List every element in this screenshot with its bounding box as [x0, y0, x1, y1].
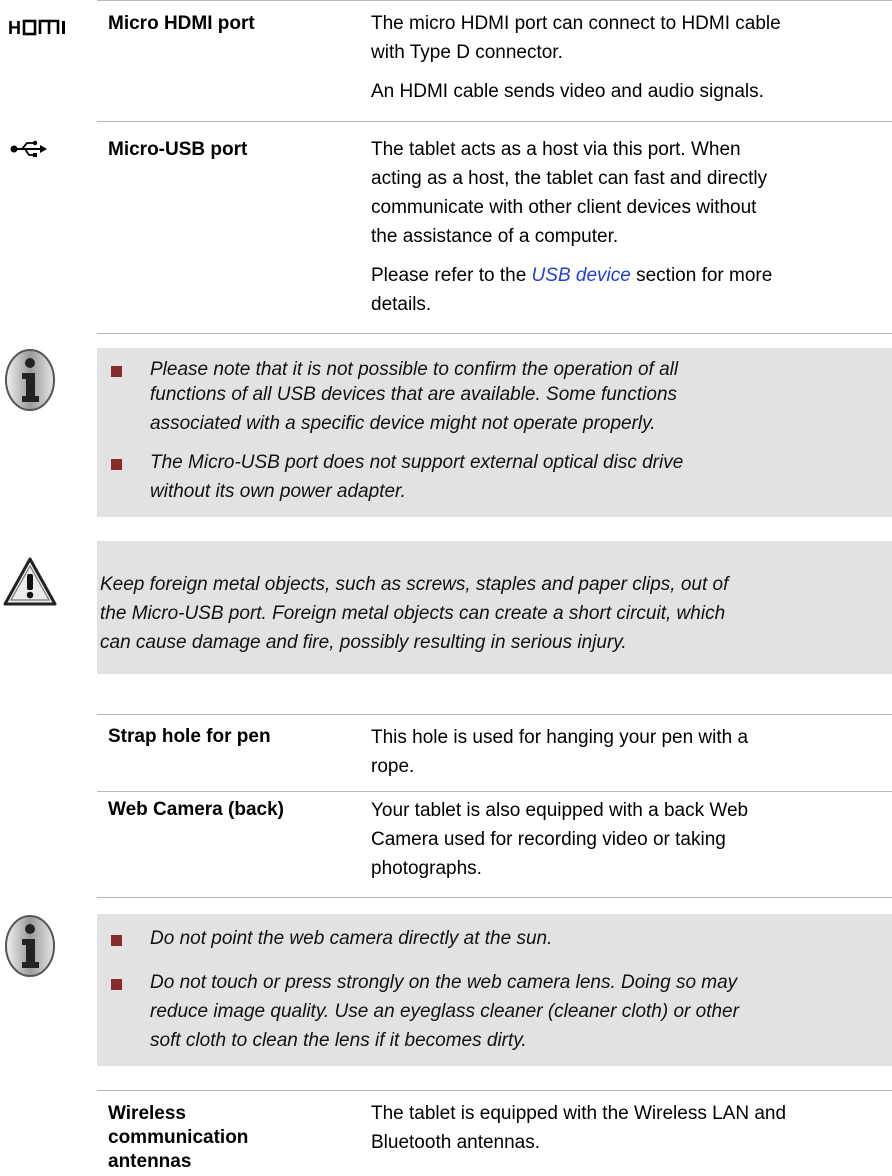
bullet — [111, 935, 122, 946]
usb-device-link[interactable]: USB device — [532, 265, 631, 286]
table-row-rule — [97, 791, 892, 792]
divider — [97, 121, 892, 122]
note1-bullet1-line2: functions of all USB devices that are av… — [150, 384, 678, 405]
usb-icon — [10, 140, 48, 163]
usb-desc-line4: the assistance of a computer. — [371, 226, 619, 247]
antenna-desc-line2: Bluetooth antennas. — [371, 1132, 541, 1153]
usb-desc-line1: The tablet acts as a host via this port.… — [371, 139, 741, 160]
table-bottom-rule — [97, 897, 892, 898]
svg-text:H: H — [8, 18, 22, 38]
note1-bullet1-line3: associated with a specific device might … — [150, 413, 656, 434]
strap-hole-term: Strap hole for pen — [108, 726, 271, 747]
web-camera-term: Web Camera (back) — [108, 799, 284, 820]
warning-line3: can cause damage and fire, possibly resu… — [100, 632, 627, 653]
usb-desc-line3: communicate with other client devices wi… — [371, 197, 757, 218]
usb-reference-suffix: section for more — [630, 265, 773, 286]
antenna-desc-line1: The tablet is equipped with the Wireless… — [371, 1103, 787, 1124]
info-icon — [2, 914, 58, 983]
bullet — [111, 366, 122, 377]
note2-bullet1: Do not point the web camera directly at … — [150, 928, 553, 949]
strap-hole-desc-line1: This hole is used for hanging your pen w… — [371, 727, 749, 748]
usb-term: Micro-USB port — [108, 139, 248, 160]
warning-line1: Keep foreign metal objects, such as scre… — [100, 574, 729, 595]
hdmi-desc-line1: The micro HDMI port can connect to HDMI … — [371, 13, 781, 34]
note2-bullet2-line3: soft cloth to clean the lens if it becom… — [150, 1030, 527, 1051]
usb-reference: Please refer to the USB device section f… — [371, 261, 772, 290]
antenna-term-line3: antennas — [108, 1151, 192, 1172]
top-rule — [97, 0, 892, 1]
note1-bullet2-line1: The Micro-USB port does not support exte… — [150, 452, 684, 473]
divider — [97, 333, 892, 334]
strap-hole-desc-line2: rope. — [371, 756, 415, 777]
usb-desc-line2: acting as a host, the tablet can fast an… — [371, 168, 768, 189]
web-camera-desc-line3: photographs. — [371, 858, 482, 879]
web-camera-desc-line1: Your tablet is also equipped with a back… — [371, 800, 749, 821]
antenna-top-rule — [97, 1090, 892, 1091]
web-camera-desc-line2: Camera used for recording video or takin… — [371, 829, 726, 850]
hdmi-desc-para2: An HDMI cable sends video and audio sign… — [371, 81, 764, 102]
info-icon — [2, 348, 58, 417]
table-top-rule — [97, 714, 892, 715]
bullet — [111, 979, 122, 990]
usb-reference-line2: details. — [371, 294, 432, 315]
warning-line2: the Micro-USB port. Foreign metal object… — [100, 603, 726, 624]
note1-bullet2-line2: without its own power adapter. — [150, 481, 406, 502]
hdmi-desc-line2: with Type D connector. — [371, 42, 563, 63]
note2-bullet2-line1: Do not touch or press strongly on the we… — [150, 972, 738, 993]
note2-bullet2-line2: reduce image quality. Use an eyeglass cl… — [150, 1001, 739, 1022]
hdmi-logo-icon: H — [8, 16, 92, 43]
bullet — [111, 459, 122, 470]
hdmi-term: Micro HDMI port — [108, 13, 255, 34]
usb-reference-prefix: Please refer to the — [371, 265, 532, 286]
warning-triangle-icon — [2, 556, 58, 613]
